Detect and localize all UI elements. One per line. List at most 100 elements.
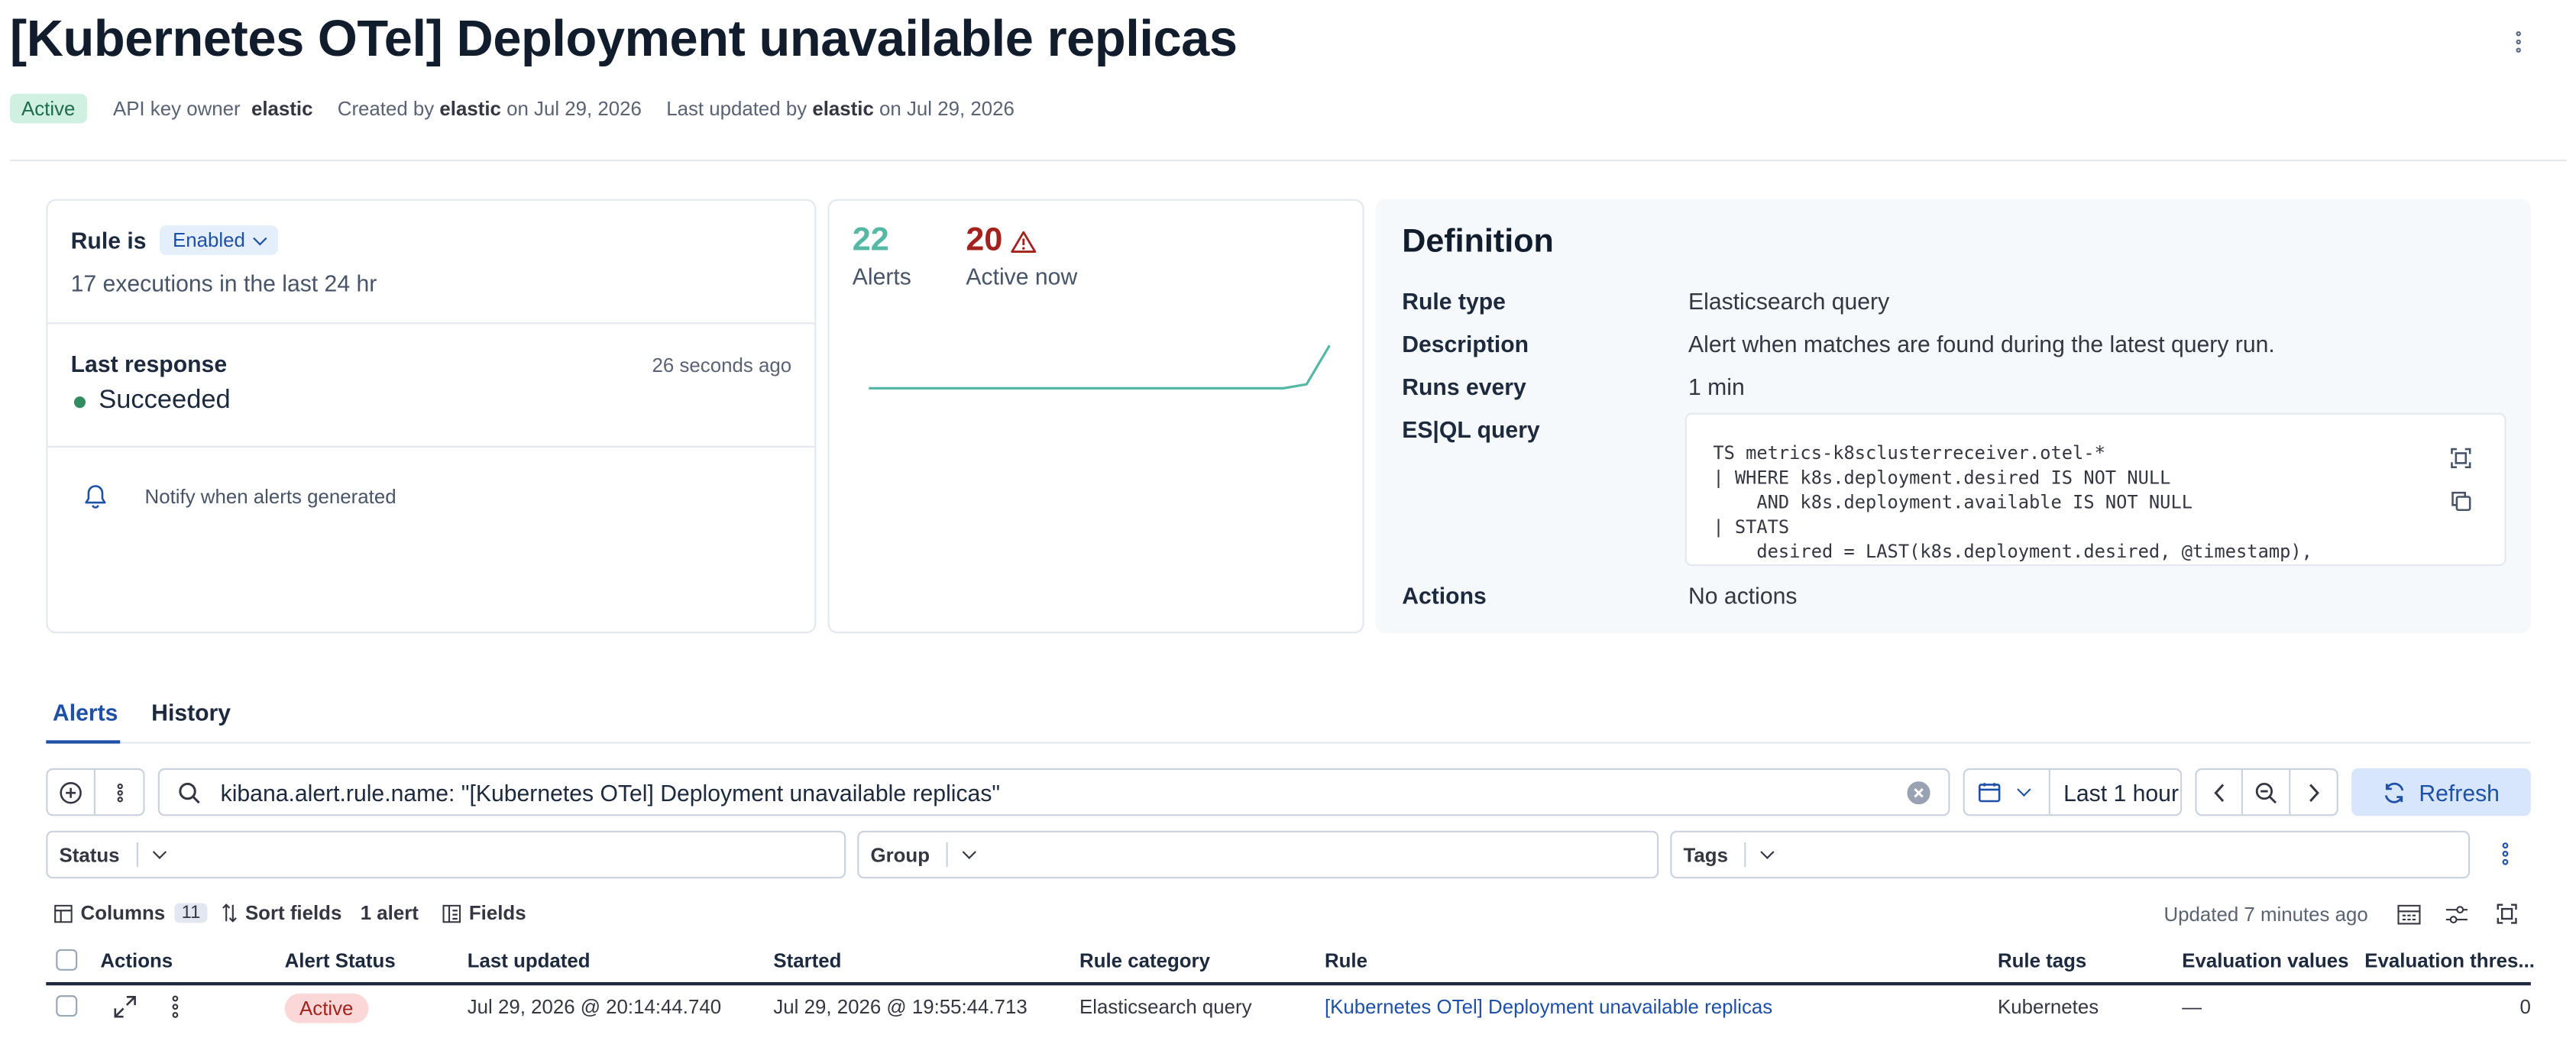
esql-line: | WHERE k8s.deployment.desired IS NOT NU… xyxy=(1713,467,2171,489)
alert-count: 1 alert xyxy=(361,901,419,924)
chevron-down-icon xyxy=(1760,845,1775,859)
alerts-summary-panel: 22 Alerts 20 Active now xyxy=(827,199,1364,634)
refresh-label: Refresh xyxy=(2419,778,2500,806)
executions-text: 17 executions in the last 24 hr xyxy=(70,270,377,296)
tabs-divider xyxy=(46,742,2531,744)
alerts-active: 20 xyxy=(966,221,1003,259)
refresh-button[interactable]: Refresh xyxy=(2351,768,2531,816)
success-dot-icon xyxy=(73,396,86,408)
fields-label: Fields xyxy=(468,901,526,925)
column-header-actions[interactable]: Actions xyxy=(100,949,173,972)
alerts-total-label: Alerts xyxy=(852,263,911,290)
table-header-divider xyxy=(46,981,2531,986)
last-response-text: Succeeded xyxy=(99,386,231,415)
api-key-owner: elastic xyxy=(251,97,313,121)
column-header-rule-tags[interactable]: Rule tags xyxy=(1998,949,2086,972)
filter-options-icon[interactable] xyxy=(2501,842,2510,874)
rule-enabled-label: Enabled xyxy=(172,228,245,252)
query-menu-icon[interactable] xyxy=(95,770,143,814)
search-input[interactable]: kibana.alert.rule.name: "[Kubernetes OTe… xyxy=(157,768,1950,816)
rule-enabled-dropdown[interactable]: Enabled xyxy=(159,225,278,255)
table-density-icon[interactable] xyxy=(2397,903,2421,933)
rule-link[interactable]: [Kubernetes OTel] Deployment unavailable… xyxy=(1325,995,1772,1018)
cell-last-updated: Jul 29, 2026 @ 20:14:44.740 xyxy=(467,995,722,1019)
status-filter[interactable]: Status xyxy=(46,830,846,879)
cell-evaluation-threshold: 0 xyxy=(2519,995,2531,1019)
search-query-text: kibana.alert.rule.name: "[Kubernetes OTe… xyxy=(220,779,1001,806)
group-filter[interactable]: Group xyxy=(857,830,1659,879)
column-header-rule-category[interactable]: Rule category xyxy=(1079,949,1210,972)
expand-icon[interactable] xyxy=(114,995,137,1026)
more-actions-icon[interactable] xyxy=(2511,31,2524,57)
table-row: Active Jul 29, 2026 @ 20:14:44.740 Jul 2… xyxy=(46,987,2531,1030)
sort-fields-button[interactable]: Sort fields xyxy=(222,901,342,925)
chevron-down-icon xyxy=(152,845,167,859)
search-icon xyxy=(178,781,201,804)
query-menu-group xyxy=(46,768,145,816)
columns-button[interactable]: Columns 11 xyxy=(54,901,207,925)
bell-icon xyxy=(84,483,107,509)
cell-rule-tags: Kubernetes xyxy=(1997,995,2099,1019)
column-header-last-updated[interactable]: Last updated xyxy=(468,949,591,972)
sparkline-series-line xyxy=(869,344,1331,390)
fullscreen-icon[interactable] xyxy=(2497,903,2518,933)
fields-button[interactable]: Fields xyxy=(442,901,526,925)
row-checkbox[interactable] xyxy=(56,995,78,1017)
refresh-icon xyxy=(2383,781,2406,803)
fields-icon xyxy=(442,903,461,923)
columns-count: 11 xyxy=(175,903,207,923)
rule-meta: Active API key owner elastic Created by … xyxy=(9,93,1015,124)
alerts-sparkline xyxy=(869,344,1331,390)
next-icon[interactable] xyxy=(2290,770,2337,814)
updated-by: elastic xyxy=(812,97,874,121)
previous-icon[interactable] xyxy=(2197,770,2244,815)
description-value: Alert when matches are found during the … xyxy=(1688,330,2275,357)
last-response-value: Succeeded xyxy=(73,386,231,416)
esql-line: | STATS xyxy=(1713,516,1790,538)
created-prefix: Created by xyxy=(337,97,435,121)
tab-history[interactable]: History xyxy=(151,699,231,725)
notify-text: Notify when alerts generated xyxy=(144,485,396,509)
alert-count-label: 1 alert xyxy=(360,901,419,925)
esql-line: desired = LAST(k8s.deployment.desired, @… xyxy=(1713,541,2312,563)
cell-started: Jul 29, 2026 @ 19:55:44.713 xyxy=(773,995,1027,1019)
column-header-alert-status[interactable]: Alert Status xyxy=(285,949,396,972)
copy-icon[interactable] xyxy=(2450,490,2471,512)
rule-type-label: Rule type xyxy=(1402,287,1506,315)
column-header-evaluation-values[interactable]: Evaluation values xyxy=(2182,949,2348,972)
time-picker[interactable]: Last 1 hour xyxy=(1963,768,2183,816)
panel-separator xyxy=(47,445,815,448)
description-label: Description xyxy=(1402,330,1529,357)
zoom-out-icon[interactable] xyxy=(2244,770,2290,815)
clear-icon[interactable] xyxy=(1907,781,1930,805)
runs-every-value: 1 min xyxy=(1688,373,1745,400)
column-header-started[interactable]: Started xyxy=(773,949,841,972)
row-actions-icon[interactable] xyxy=(171,995,180,1026)
cell-evaluation-values: — xyxy=(2182,995,2202,1019)
updated-text: Updated 7 minutes ago xyxy=(2163,903,2368,926)
cell-rule-category: Elasticsearch query xyxy=(1079,995,1252,1019)
status-filter-label: Status xyxy=(59,842,120,867)
tags-filter-label: Tags xyxy=(1683,842,1728,867)
tags-filter[interactable]: Tags xyxy=(1670,830,2471,879)
esql-line: AND k8s.deployment.available IS NOT NULL xyxy=(1713,492,2193,514)
column-header-evaluation-threshold[interactable]: Evaluation thres... xyxy=(2364,949,2535,972)
alert-status-badge: Active xyxy=(284,994,368,1023)
select-all-checkbox[interactable] xyxy=(56,949,78,971)
add-filter-icon[interactable] xyxy=(47,770,95,815)
page-title: [Kubernetes OTel] Deployment unavailable… xyxy=(9,9,1238,68)
rule-status-panel: Rule is Enabled 17 executions in the las… xyxy=(46,199,817,634)
display-settings-icon[interactable] xyxy=(2445,903,2468,933)
esql-line: TS metrics-k8sclusterreceiver.otel-* xyxy=(1713,442,2105,464)
definition-title: Definition xyxy=(1402,223,1554,260)
esql-code-block[interactable]: TS metrics-k8sclusterreceiver.otel-* | W… xyxy=(1684,412,2506,566)
header-divider xyxy=(9,159,2568,162)
column-header-rule[interactable]: Rule xyxy=(1325,949,1367,972)
chevron-down-icon xyxy=(962,845,976,859)
tab-alerts[interactable]: Alerts xyxy=(53,699,118,725)
rule-is-label: Rule is xyxy=(70,227,147,254)
fullscreen-icon[interactable] xyxy=(2450,448,2471,469)
panel-separator xyxy=(47,322,815,325)
alerts-active-label: Active now xyxy=(966,263,1078,290)
sort-fields-label: Sort fields xyxy=(244,901,342,925)
